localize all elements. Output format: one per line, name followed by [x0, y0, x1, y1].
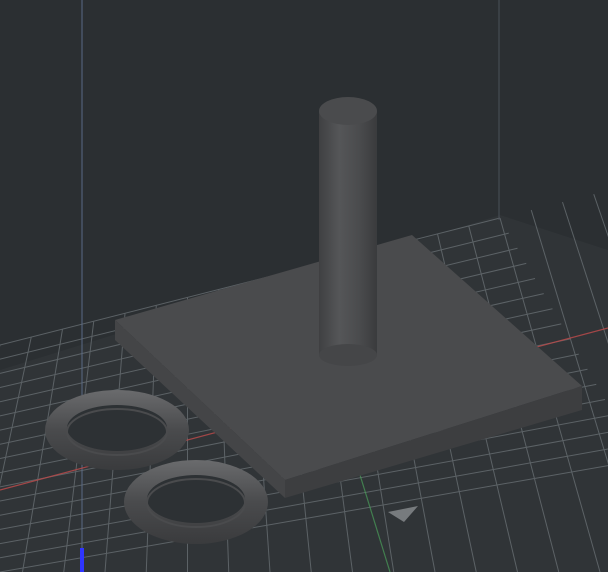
scene-canvas[interactable]	[0, 0, 608, 572]
3d-viewport[interactable]	[0, 0, 608, 572]
torus-ring-2[interactable]	[124, 460, 268, 544]
torus-ring-1[interactable]	[45, 390, 189, 470]
peg-cylinder[interactable]	[319, 97, 377, 366]
